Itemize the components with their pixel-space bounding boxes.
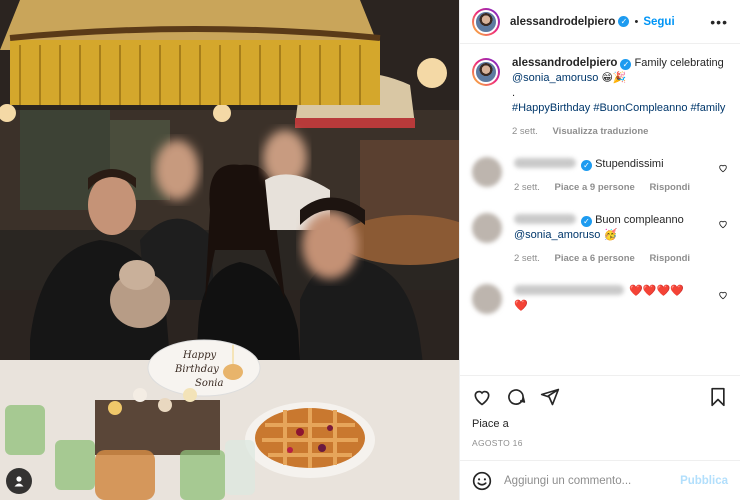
post-date[interactable]: AGOSTO 16 (472, 438, 728, 448)
caption-meta: 2 sett. Visualizza traduzione (512, 124, 728, 139)
post-header: alessandrodelpiero ✓ • Segui ••• (460, 0, 740, 44)
follow-button[interactable]: Segui (643, 16, 674, 28)
comment-body: ✓ Buon compleanno @sonia_amoruso 🥳 2 set… (514, 213, 728, 266)
reply-button[interactable]: Rispondi (649, 182, 690, 193)
verified-icon: ✓ (620, 59, 632, 70)
comment-text: Stupendissimi (595, 158, 664, 170)
comment-text-extra: ❤️ (514, 300, 528, 312)
more-options-icon[interactable]: ••• (710, 14, 728, 30)
bookmark-icon (711, 387, 725, 407)
comment-body: ✓ Stupendissimi 2 sett. Piace a 9 person… (514, 157, 728, 195)
comment-username-blurred[interactable] (514, 158, 576, 168)
comment-meta: 2 sett. Piace a 9 persone Rispondi (514, 180, 710, 195)
comment-avatar[interactable] (472, 157, 502, 187)
like-button[interactable] (472, 387, 492, 407)
comment-time[interactable]: 2 sett. (514, 182, 540, 193)
caption-dot: . (512, 87, 516, 99)
cake-text-line3: Sonia (195, 378, 224, 389)
caption-body: alessandrodelpiero ✓ Family celebrating @… (512, 56, 728, 139)
comment-item: ✓ Stupendissimi 2 sett. Piace a 9 person… (472, 157, 728, 195)
publish-button[interactable]: Pubblica (680, 475, 728, 487)
post-actions: Piace a AGOSTO 16 (460, 375, 740, 448)
author-username[interactable]: alessandrodelpiero (510, 16, 615, 28)
smiley-icon[interactable] (472, 471, 492, 491)
caption-hashtags[interactable]: #HappyBirthday #BuonCompleanno #family (512, 102, 725, 114)
author-avatar[interactable] (472, 7, 500, 36)
likes-count[interactable]: Piace a (472, 418, 728, 430)
save-button[interactable] (708, 387, 728, 407)
caption: alessandrodelpiero ✓ Family celebrating @… (472, 56, 728, 139)
verified-icon: ✓ (581, 216, 592, 227)
action-icons (472, 382, 728, 412)
user-icon (14, 476, 24, 487)
comment-item: ❤️❤️❤️❤️ ❤️ (472, 284, 728, 314)
comment-meta: 2 sett. Piace a 6 persone Rispondi (514, 251, 710, 266)
translate-button[interactable]: Visualizza traduzione (553, 126, 649, 137)
caption-mention[interactable]: @sonia_amoruso (512, 72, 598, 84)
reply-button[interactable]: Rispondi (649, 253, 690, 264)
comment-username-blurred[interactable] (514, 285, 624, 295)
comment-avatar[interactable] (472, 284, 502, 314)
instagram-post: Happy Birthday Sonia alessandrodelpiero … (0, 0, 740, 500)
party-photo-illustration: Happy Birthday Sonia (0, 0, 459, 500)
tagged-users-button[interactable] (6, 468, 32, 494)
caption-time[interactable]: 2 sett. (512, 126, 538, 137)
heart-icon (474, 390, 490, 406)
verified-icon: ✓ (581, 160, 592, 171)
comment-likes[interactable]: Piace a 9 persone (555, 182, 635, 193)
comment-text: Buon compleanno (595, 214, 684, 226)
caption-emojis: 😁🎉 (601, 72, 627, 84)
caption-username[interactable]: alessandrodelpiero (512, 57, 617, 69)
comment-like-heart-icon[interactable] (718, 290, 728, 300)
comment-item: ✓ Buon compleanno @sonia_amoruso 🥳 2 set… (472, 213, 728, 266)
verified-icon: ✓ (618, 16, 630, 27)
comment-button[interactable] (506, 387, 526, 407)
post-side-panel: alessandrodelpiero ✓ • Segui ••• alessan… (459, 0, 740, 500)
post-photo[interactable]: Happy Birthday Sonia (0, 0, 459, 500)
caption-avatar[interactable] (472, 58, 500, 86)
comment-emoji: 🥳 (603, 229, 618, 241)
comment-avatar[interactable] (472, 213, 502, 243)
comment-mention[interactable]: @sonia_amoruso (514, 229, 600, 241)
caption-text: Family celebrating (634, 57, 724, 69)
comment-body: ❤️❤️❤️❤️ ❤️ (514, 284, 728, 314)
comments-list[interactable]: alessandrodelpiero ✓ Family celebrating @… (460, 44, 740, 375)
share-button[interactable] (540, 387, 560, 407)
add-comment-bar: Pubblica (460, 460, 740, 500)
comment-like-heart-icon[interactable] (718, 219, 728, 229)
cake-text-line1: Happy (182, 350, 216, 361)
comment-input[interactable] (504, 474, 681, 487)
comment-likes[interactable]: Piace a 6 persone (555, 253, 635, 264)
separator-dot: • (634, 15, 639, 28)
comment-time[interactable]: 2 sett. (514, 253, 540, 264)
comment-text: ❤️❤️❤️❤️ (629, 285, 684, 297)
comment-bubble-icon (508, 389, 526, 405)
comment-username-blurred[interactable] (514, 214, 576, 224)
comment-like-heart-icon[interactable] (718, 163, 728, 173)
cake-text-line2: Birthday (174, 364, 219, 375)
paper-plane-icon (540, 388, 560, 406)
